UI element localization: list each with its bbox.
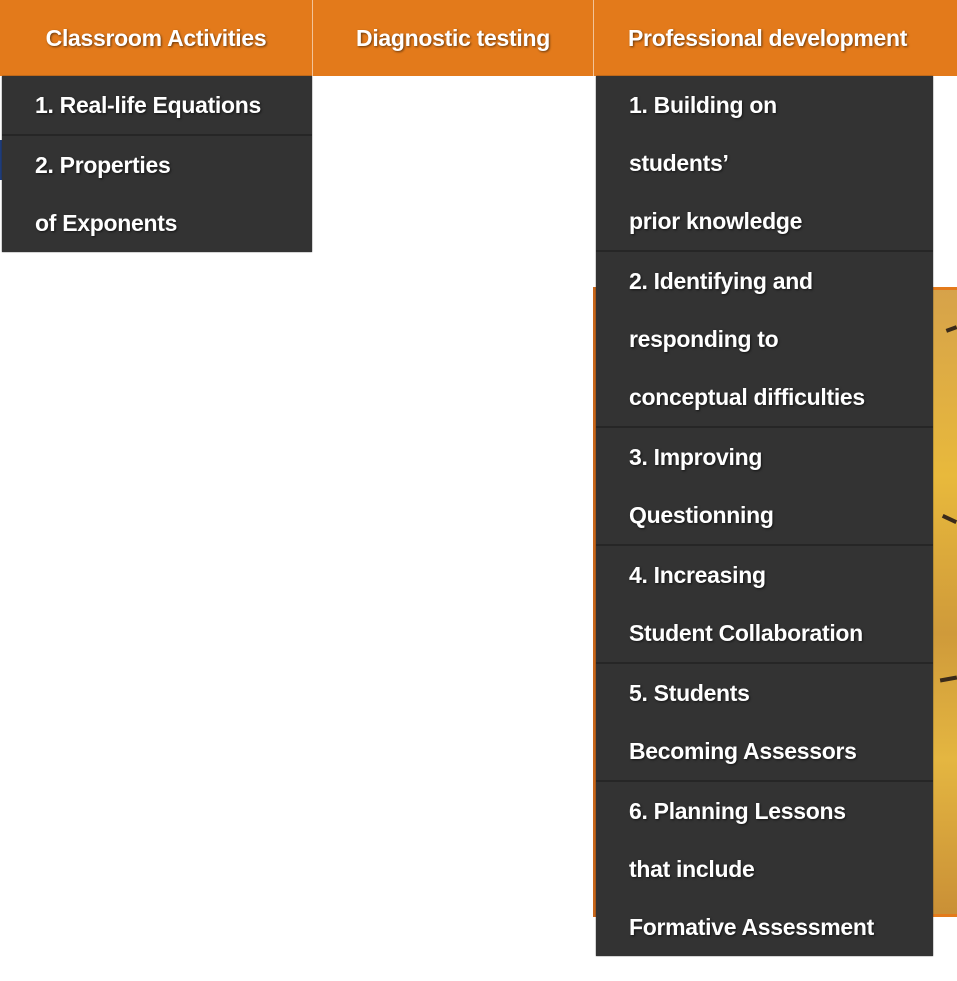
nav-divider [593, 0, 594, 76]
menu-item-conceptual-difficulties[interactable]: 2. Identifying and responding to concept… [596, 252, 933, 428]
menu-item-label: of Exponents [35, 210, 178, 236]
menu-item-label: 4. Increasing [629, 562, 766, 588]
menu-item-label: 1. Real-life Equations [35, 92, 262, 118]
menu-item-label: Questionning [629, 502, 774, 528]
nav-classroom-activities[interactable]: Classroom Activities [0, 0, 312, 76]
menu-item-improving-questionning[interactable]: 3. Improving Questionning [596, 428, 933, 546]
menu-item-label: 2. Identifying and [629, 268, 813, 294]
menu-item-label: 3. Improving [629, 444, 763, 470]
professional-development-dropdown: 1. Building on students’ prior knowledge… [596, 76, 933, 956]
menu-item-label: students’ [629, 150, 729, 176]
main-nav-bar: Classroom Activities Diagnostic testing … [0, 0, 957, 76]
page: Classroom Activities Diagnostic testing … [0, 0, 957, 981]
menu-item-label: Student Collaboration [629, 620, 863, 646]
menu-item-label: 1. Building on [629, 92, 777, 118]
classroom-activities-dropdown: 1. Real-life Equations 2. Properties of … [2, 76, 312, 252]
menu-item-label: 6. Planning Lessons [629, 798, 846, 824]
menu-item-label: conceptual difficulties [629, 384, 865, 410]
menu-item-properties-of-exponents[interactable]: 2. Properties of Exponents [2, 136, 312, 252]
menu-item-label: that include [629, 856, 755, 882]
menu-item-real-life-equations[interactable]: 1. Real-life Equations [2, 76, 312, 136]
menu-item-label: prior knowledge [629, 208, 803, 234]
menu-item-label: Becoming Assessors [629, 738, 857, 764]
nav-professional-development[interactable]: Professional development [596, 0, 957, 76]
menu-item-label: 2. Properties [35, 152, 171, 178]
menu-item-label: 5. Students [629, 680, 750, 706]
background-photo [930, 287, 957, 917]
menu-item-students-becoming-assessors[interactable]: 5. Students Becoming Assessors [596, 664, 933, 782]
menu-item-label: Formative Assessment [629, 914, 874, 940]
menu-item-prior-knowledge[interactable]: 1. Building on students’ prior knowledge [596, 76, 933, 252]
menu-item-planning-lessons[interactable]: 6. Planning Lessons that include Formati… [596, 782, 933, 956]
nav-diagnostic-testing[interactable]: Diagnostic testing [313, 0, 593, 76]
menu-item-student-collaboration[interactable]: 4. Increasing Student Collaboration [596, 546, 933, 664]
menu-item-label: responding to [629, 326, 779, 352]
